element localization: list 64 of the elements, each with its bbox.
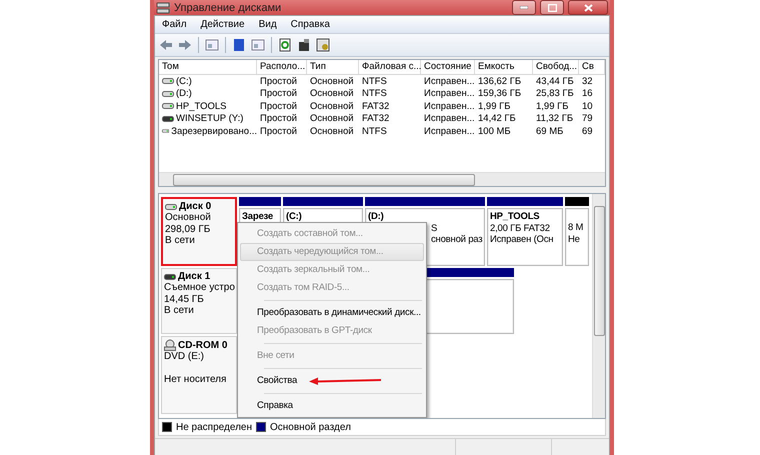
partition-info: HP_TOOLS <box>490 211 540 222</box>
table-cell: 25,83 ГБ <box>536 88 574 100</box>
partition-info: 2,00 ГБ FAT32 <box>490 222 551 234</box>
partition-info: (C:) <box>286 211 303 222</box>
disk-status: В сети <box>165 235 196 246</box>
disk-info: Основной <box>165 212 212 224</box>
disk-info: DVD (E:) <box>164 351 205 362</box>
partition-info: (D:) <box>368 211 385 222</box>
partition-info: 8 М <box>568 222 584 234</box>
table-cell: FAT32 <box>362 100 390 112</box>
table-cell: Исправен... <box>424 76 475 87</box>
window-title: Управление дисками <box>174 2 282 14</box>
disk-status: Нет носителя <box>164 374 228 385</box>
table-cell: (C:) <box>176 76 192 87</box>
table-cell: 43,44 ГБ <box>536 76 574 87</box>
table-cell: (D:) <box>176 88 192 100</box>
table-cell: Основной <box>310 76 354 87</box>
table-cell: Простой <box>260 126 297 137</box>
partition-info: сновной раз <box>431 234 482 246</box>
table-cell: WINSETUP (Y:) <box>176 113 244 124</box>
table-cell: 14,42 ГБ <box>478 113 516 124</box>
partition-info: Не <box>568 234 581 245</box>
disk-name: Диск 0 <box>179 201 212 212</box>
table-cell: Основной <box>310 113 354 124</box>
table-cell: 79 <box>582 113 593 124</box>
table-cell: 1,99 ГБ <box>478 100 511 112</box>
table-cell: NTFS <box>362 126 387 137</box>
disk-info: 14,45 ГБ <box>164 294 205 305</box>
table-cell: 69 <box>582 126 593 137</box>
partition-info: Исправен (Осн <box>490 234 554 246</box>
table-cell: 1,99 ГБ <box>536 100 569 112</box>
partition-info: Зарезе <box>242 211 274 222</box>
table-cell: Основной <box>310 100 354 112</box>
table-cell: Исправен... <box>424 88 475 100</box>
legend-label: Основной раздел <box>270 422 351 432</box>
table-cell: 159,36 ГБ <box>478 88 522 100</box>
table-cell: Зарезервировано... <box>171 126 257 137</box>
table-cell: 69 МБ <box>536 126 564 137</box>
table-cell: Исправен... <box>424 113 475 124</box>
table-cell: Простой <box>260 100 297 112</box>
table-cell: Простой <box>260 113 297 124</box>
disk-status: В сети <box>164 305 195 316</box>
table-cell: Простой <box>260 76 297 87</box>
disk-info: 298,09 ГБ <box>165 224 212 235</box>
table-cell: FAT32 <box>362 113 390 124</box>
table-cell: 16 <box>582 88 593 100</box>
legend-label: Не распределен <box>176 422 252 432</box>
table-cell: 32 <box>582 76 593 87</box>
table-cell: 100 МБ <box>478 126 511 137</box>
disk-name: Диск 1 <box>178 271 210 282</box>
table-cell: Простой <box>260 88 297 100</box>
partition-info: S <box>431 222 438 234</box>
table-cell: 136,62 ГБ <box>478 76 522 87</box>
table-cell: Исправен... <box>424 100 475 112</box>
table-cell: HP_TOOLS <box>176 100 227 112</box>
table-cell: Основной <box>310 88 354 100</box>
table-cell: NTFS <box>362 76 387 87</box>
table-cell: 11,32 ГБ <box>536 113 574 124</box>
table-cell: Исправен... <box>424 126 475 137</box>
disk-info: Съемное устро <box>164 282 234 294</box>
table-cell: Основной <box>310 126 354 137</box>
table-cell: NTFS <box>362 88 387 100</box>
disk-name: CD-ROM 0 <box>178 340 228 350</box>
table-cell: 10 <box>582 100 593 112</box>
